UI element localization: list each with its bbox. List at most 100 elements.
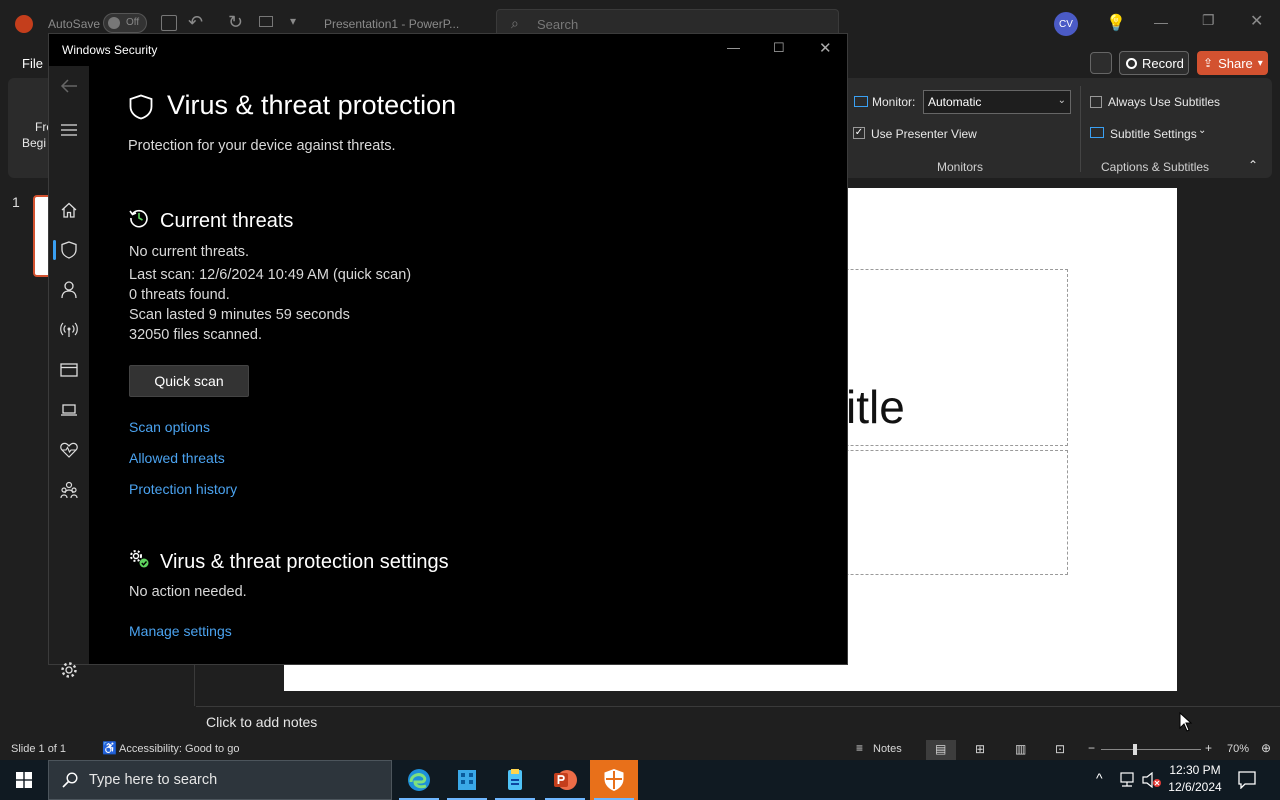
nav-home[interactable] xyxy=(49,192,89,228)
subtitle-settings-button[interactable]: Subtitle Settings xyxy=(1110,127,1197,141)
autosave-state: Off xyxy=(126,17,140,28)
ws-close-icon[interactable]: ✕ xyxy=(819,39,832,57)
customize-toolbar-icon[interactable]: ▾ xyxy=(290,14,296,28)
monitor-select-value: Automatic xyxy=(928,95,982,109)
fit-slide-icon[interactable]: ⊕ xyxy=(1261,741,1271,755)
ws-maximize-icon[interactable]: ☐ xyxy=(773,40,785,56)
files-scanned-line: 32050 files scanned. xyxy=(129,327,263,343)
nav-virus-protection[interactable] xyxy=(49,232,89,268)
home-icon xyxy=(61,202,77,218)
zoom-in-icon[interactable]: + xyxy=(1205,741,1212,755)
chevron-down-icon: ▾ xyxy=(1257,57,1263,69)
notifications-icon[interactable] xyxy=(1238,771,1256,789)
autosave-toggle[interactable]: Off xyxy=(103,13,147,33)
present-icon[interactable] xyxy=(259,16,273,27)
close-icon[interactable]: ✕ xyxy=(1250,11,1263,31)
status-accessibility[interactable]: Accessibility: Good to go xyxy=(119,743,239,755)
back-button[interactable] xyxy=(49,68,89,104)
allowed-threats-link[interactable]: Allowed threats xyxy=(129,450,225,466)
settings-gears-icon xyxy=(130,550,149,568)
notes-placeholder: Click to add notes xyxy=(206,714,318,730)
record-label: Record xyxy=(1142,55,1184,71)
record-button[interactable]: Record xyxy=(1119,51,1189,75)
windows-security-window[interactable]: Windows Security — ☐ ✕ Virus & threat pr… xyxy=(48,33,848,678)
tab-file[interactable]: File xyxy=(22,56,43,71)
current-threats-heading: Current threats xyxy=(160,210,294,232)
nav-device-health[interactable] xyxy=(49,432,89,468)
status-slide-count: Slide 1 of 1 xyxy=(11,743,67,755)
captions-group-label: Captions & Subtitles xyxy=(1101,160,1210,174)
mouse-cursor-icon xyxy=(1179,712,1193,732)
clock-time: 12:30 PM xyxy=(1169,763,1221,777)
start-button[interactable] xyxy=(0,760,48,800)
heart-pulse-icon xyxy=(60,442,78,458)
protection-history-link[interactable]: Protection history xyxy=(129,481,237,497)
clock[interactable]: 12:30 PM 12/6/2024 xyxy=(1165,763,1225,794)
network-icon[interactable] xyxy=(1118,772,1136,788)
zoom-slider-track[interactable] xyxy=(1101,749,1201,750)
scan-history-icon xyxy=(129,209,148,228)
share-icon: ⇪ xyxy=(1203,56,1214,70)
taskbar-building-app[interactable] xyxy=(443,760,491,800)
always-subtitles-checkbox[interactable] xyxy=(1090,96,1102,108)
ws-minimize-icon[interactable]: — xyxy=(727,40,740,55)
zoom-out-icon[interactable]: − xyxy=(1088,741,1095,755)
lightbulb-icon[interactable]: 💡 xyxy=(1106,13,1126,33)
taskbar-powerpoint[interactable] xyxy=(541,760,589,800)
zoom-level[interactable]: 70% xyxy=(1227,743,1249,755)
volume-muted-icon[interactable] xyxy=(1142,772,1162,788)
nav-device-security[interactable] xyxy=(49,392,89,428)
undo-icon[interactable]: ↶ xyxy=(188,12,203,33)
redo-icon[interactable]: ↻ xyxy=(228,12,243,33)
nav-settings[interactable] xyxy=(49,652,89,688)
collapse-ribbon-icon[interactable]: ⌃ xyxy=(1248,158,1258,172)
notes-button[interactable]: Notes xyxy=(873,743,902,755)
avatar[interactable]: CV xyxy=(1054,12,1078,36)
nav-firewall[interactable] xyxy=(49,312,89,348)
person-icon xyxy=(61,281,77,299)
share-label: Share xyxy=(1218,55,1253,71)
taskbar-edge[interactable] xyxy=(395,760,443,800)
reading-view-icon[interactable]: ▥ xyxy=(1015,742,1026,756)
app-window-icon xyxy=(60,363,78,377)
notes-icon: ≡ xyxy=(856,741,864,755)
slide-title-text: itle xyxy=(846,381,905,433)
manage-settings-link[interactable]: Manage settings xyxy=(129,623,232,639)
normal-view-icon: ▤ xyxy=(935,742,947,756)
quick-scan-button[interactable]: Quick scan xyxy=(129,365,249,397)
scan-options-link[interactable]: Scan options xyxy=(129,419,210,435)
ppt-search-placeholder: Search xyxy=(537,17,579,32)
share-button[interactable]: ⇪ Share ▾ xyxy=(1197,51,1268,75)
chevron-up-icon[interactable]: ^ xyxy=(1096,770,1103,786)
slideshow-icon[interactable]: ⊡ xyxy=(1055,742,1065,756)
monitor-select[interactable]: Automatic ⌄ xyxy=(923,90,1071,114)
nav-account-protection[interactable] xyxy=(49,272,89,308)
menu-button[interactable] xyxy=(49,112,89,148)
scan-duration-line: Scan lasted 9 minutes 59 seconds xyxy=(129,307,350,323)
record-icon xyxy=(1126,57,1137,69)
powerpoint-icon xyxy=(554,770,577,790)
restore-icon[interactable]: ❐ xyxy=(1202,12,1215,29)
chevron-down-icon: ⌄ xyxy=(1057,95,1066,106)
always-use-subtitles-label: Always Use Subtitles xyxy=(1108,95,1221,109)
zoom-slider-thumb[interactable] xyxy=(1133,744,1137,755)
windows-logo-icon xyxy=(16,772,32,788)
taskbar-windows-security[interactable] xyxy=(590,760,638,800)
minimize-icon[interactable]: — xyxy=(1154,14,1168,30)
slide-sorter-icon[interactable]: ⊞ xyxy=(975,742,985,756)
notes-pane[interactable]: Click to add notes xyxy=(196,706,1280,740)
save-icon[interactable] xyxy=(161,15,177,31)
monitor-label: Monitor: xyxy=(872,95,916,109)
taskbar-search-box[interactable]: Type here to search xyxy=(48,760,392,800)
nav-app-browser-control[interactable] xyxy=(49,352,89,388)
nav-family-options[interactable] xyxy=(49,472,89,508)
wireless-signal-icon xyxy=(60,322,78,337)
taskbar-azure-app[interactable] xyxy=(491,760,539,800)
taskbar: Type here to search ^ 12:30 PM 12/6/2024 xyxy=(0,760,1280,800)
presenter-view-checkbox[interactable]: ✓ xyxy=(853,127,865,139)
edge-browser-icon xyxy=(408,769,430,791)
ribbon-from-beginning-partial-2[interactable]: Begi xyxy=(22,136,46,150)
cloud-storage-icon xyxy=(508,769,522,790)
settings-status: No action needed. xyxy=(129,584,247,600)
comments-icon[interactable] xyxy=(1090,52,1112,74)
